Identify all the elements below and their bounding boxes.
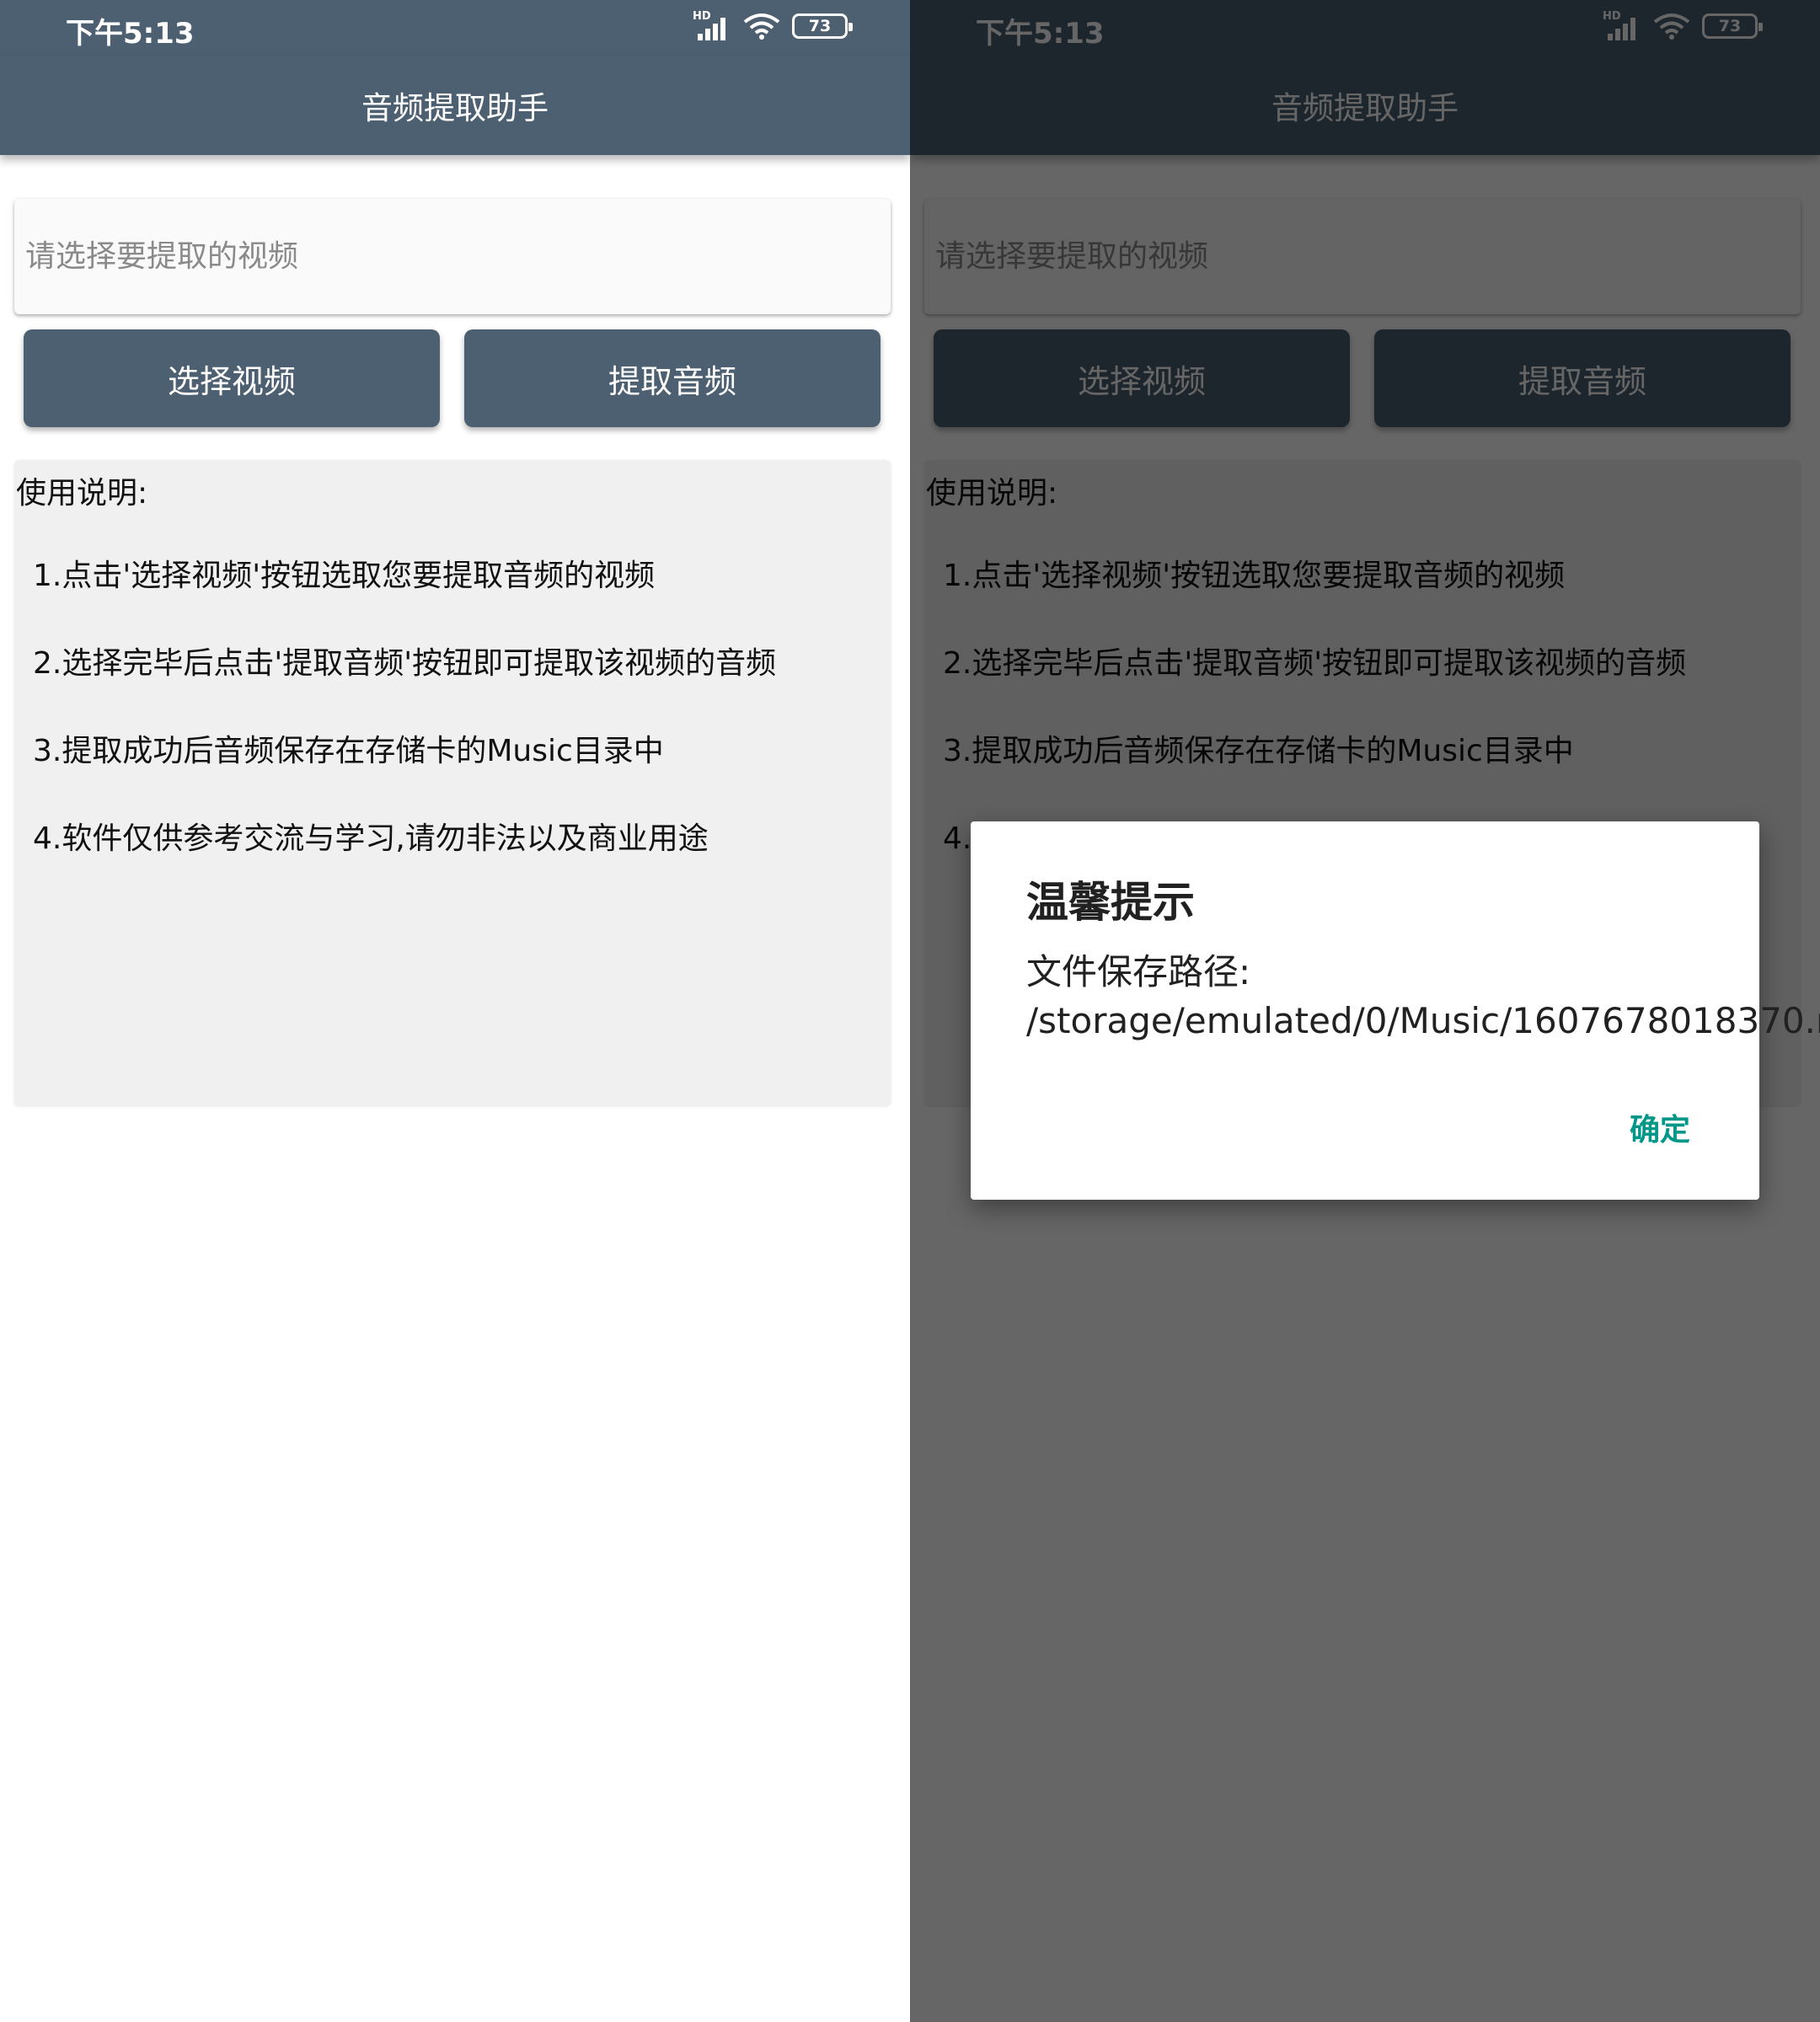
battery-level: 73 (808, 17, 832, 35)
app-bar: 音频提取助手 (0, 56, 910, 155)
save-path-dialog: 温馨提示 文件保存路径: /storage/emulated/0/Music/1… (971, 821, 1820, 1200)
video-path-input[interactable] (14, 199, 891, 314)
status-time: 下午5:13 (66, 17, 195, 51)
status-bar: 下午5:13 HD 73 (0, 0, 910, 56)
instructions-card: 使用说明: 1.点击'选择视频'按钮选取您要提取音频的视频 2.选择完毕后点击'… (14, 460, 891, 1105)
screen-with-dialog: 下午5:13 HD 73 音频提取助手 (910, 0, 1820, 2022)
select-video-button[interactable]: 选择视频 (24, 329, 440, 427)
dialog-message: 文件保存路径: /storage/emulated/0/Music/160767… (1026, 951, 1820, 1041)
screens-container: 下午5:13 HD 73 音频提取助手 请选择要提取的视频 选择视频 提取音频 … (0, 0, 1820, 2022)
instructions-title: 使用说明: (16, 476, 148, 511)
wifi-icon (743, 13, 780, 40)
battery-icon: 73 (792, 13, 853, 39)
instruction-line: 4.软件仅供参考交流与学习,请勿非法以及商业用途 (33, 821, 709, 856)
video-path-field[interactable] (14, 199, 891, 314)
extract-audio-button[interactable]: 提取音频 (464, 329, 881, 427)
confirm-button[interactable]: 确定 (1630, 1105, 1690, 1149)
signal-icon: HD (693, 10, 731, 40)
instruction-line: 1.点击'选择视频'按钮选取您要提取音频的视频 (33, 559, 656, 593)
status-icons: HD 73 (693, 10, 853, 40)
instruction-line: 3.提取成功后音频保存在存储卡的Music目录中 (33, 734, 664, 768)
instruction-line: 2.选择完毕后点击'提取音频'按钮即可提取该视频的音频 (33, 646, 777, 681)
dialog-title: 温馨提示 (1026, 878, 1195, 927)
screen-main: 下午5:13 HD 73 音频提取助手 请选择要提取的视频 选择视频 提取音频 … (0, 0, 910, 2022)
app-title: 音频提取助手 (361, 90, 549, 126)
